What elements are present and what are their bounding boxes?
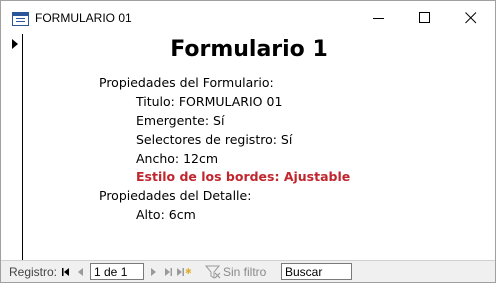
svg-text:✱: ✱ bbox=[185, 267, 192, 276]
filter-toggle[interactable]: Sin filtro bbox=[223, 265, 266, 279]
record-label: Registro: bbox=[9, 265, 58, 279]
current-record-field[interactable]: 1 de 1 bbox=[90, 263, 144, 280]
maximize-icon bbox=[419, 12, 430, 23]
popup-property: Emergente: Sí bbox=[136, 113, 225, 128]
form-title: Formulario 1 bbox=[170, 37, 328, 62]
title-property: Titulo: FORMULARIO 01 bbox=[136, 94, 283, 109]
last-record-button[interactable] bbox=[161, 265, 175, 279]
first-record-icon bbox=[62, 268, 69, 276]
width-property: Ancho: 12cm bbox=[136, 151, 219, 166]
new-record-icon: ✱ bbox=[177, 267, 192, 276]
minimize-button[interactable] bbox=[356, 1, 402, 34]
form-properties-heading: Propiedades del Formulario: bbox=[99, 75, 274, 90]
maximize-button[interactable] bbox=[402, 1, 448, 34]
record-selector[interactable] bbox=[1, 34, 23, 260]
record-navigation-bar: Registro: 1 de 1 ✱ Sin filtro Buscar bbox=[1, 260, 495, 282]
height-property: Alto: 6cm bbox=[136, 207, 196, 222]
last-record-icon bbox=[165, 268, 172, 276]
current-record-icon bbox=[12, 39, 18, 49]
record-selectors-property: Selectores de registro: Sí bbox=[136, 132, 293, 147]
form-window: FORMULARIO 01 Formulario 1 Propiedades d… bbox=[0, 0, 496, 283]
new-record-button[interactable]: ✱ bbox=[176, 265, 192, 279]
next-record-icon bbox=[151, 268, 156, 276]
previous-record-icon bbox=[78, 268, 83, 276]
next-record-button[interactable] bbox=[146, 265, 160, 279]
previous-record-button[interactable] bbox=[74, 265, 88, 279]
detail-properties-heading: Propiedades del Detalle: bbox=[99, 188, 252, 203]
search-input[interactable] bbox=[281, 263, 352, 280]
minimize-icon bbox=[373, 18, 384, 19]
close-button[interactable] bbox=[448, 1, 494, 34]
first-record-button[interactable] bbox=[59, 265, 73, 279]
filter-icon[interactable] bbox=[204, 264, 221, 283]
border-style-property: Estilo de los bordes: Ajustable bbox=[136, 169, 351, 184]
title-bar[interactable]: FORMULARIO 01 bbox=[1, 1, 495, 34]
window-title: FORMULARIO 01 bbox=[35, 11, 132, 25]
access-form-icon[interactable] bbox=[12, 12, 29, 26]
close-icon bbox=[465, 12, 477, 24]
